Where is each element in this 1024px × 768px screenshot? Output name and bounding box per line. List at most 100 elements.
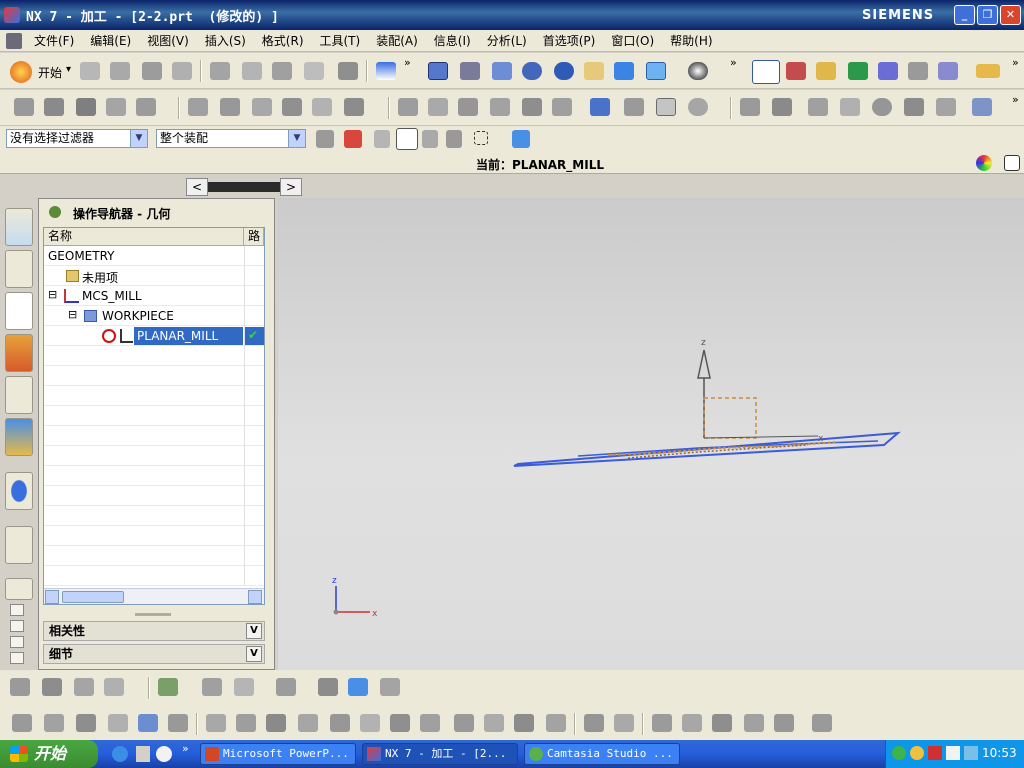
media-quicklaunch-icon[interactable] xyxy=(156,746,172,762)
maximize-button[interactable]: ❐ xyxy=(977,5,998,25)
object-8-icon[interactable] xyxy=(972,98,992,116)
op-23-icon[interactable] xyxy=(712,714,732,732)
fit-view-icon[interactable] xyxy=(428,62,448,80)
chevron-down-icon[interactable]: ▼ xyxy=(130,130,147,147)
roles-tab[interactable] xyxy=(5,418,33,456)
operation-navigator-tab[interactable] xyxy=(5,292,33,330)
verify-toolpath-icon[interactable] xyxy=(908,62,928,80)
machine-tool-navigator-tab[interactable] xyxy=(5,334,33,372)
tray-5-icon[interactable] xyxy=(964,746,978,760)
op-4-icon[interactable] xyxy=(108,714,128,732)
object-4-icon[interactable] xyxy=(840,98,860,116)
new-icon[interactable] xyxy=(80,62,100,80)
op-16-icon[interactable] xyxy=(484,714,504,732)
paste-operation-icon[interactable] xyxy=(282,98,302,116)
rectangle-select-icon[interactable] xyxy=(474,131,488,145)
selection-filter-dropdown[interactable]: 没有选择过滤器 ▼ xyxy=(6,129,148,148)
open-icon[interactable] xyxy=(110,62,130,80)
block-icon[interactable] xyxy=(380,678,400,696)
shop-doc-icon[interactable] xyxy=(522,98,542,116)
object-7-icon[interactable] xyxy=(936,98,956,116)
navigator-prev-button[interactable]: < xyxy=(186,178,208,196)
selection-info-icon[interactable] xyxy=(376,62,396,80)
chevron-down-icon[interactable]: V xyxy=(246,646,262,662)
tree-expander-workpiece[interactable]: ⊟ xyxy=(68,308,77,321)
edit-operation-icon[interactable] xyxy=(188,98,208,116)
scroll-thumb[interactable] xyxy=(62,591,124,603)
paste-icon[interactable] xyxy=(272,62,292,80)
tool-view-icon[interactable] xyxy=(14,98,34,116)
op-8-icon[interactable] xyxy=(236,714,256,732)
windows-start-button[interactable]: 开始 xyxy=(0,740,98,768)
print-icon[interactable] xyxy=(172,62,192,80)
chevron-down-icon[interactable]: V xyxy=(246,623,262,639)
close-button[interactable]: ✕ xyxy=(1000,5,1021,25)
chain-icon[interactable] xyxy=(202,678,222,696)
clsf-icon[interactable] xyxy=(624,98,644,116)
datum-icon[interactable] xyxy=(318,678,338,696)
object-icon[interactable] xyxy=(740,98,760,116)
delete-operation-icon[interactable] xyxy=(312,98,332,116)
panel-resize-grip[interactable] xyxy=(135,613,171,616)
tray-4-icon[interactable] xyxy=(946,746,960,760)
create-operation-icon[interactable] xyxy=(786,62,806,80)
report-icon[interactable] xyxy=(656,98,676,116)
tab-scroll-up2-icon[interactable] xyxy=(10,620,24,632)
copy-icon[interactable] xyxy=(242,62,262,80)
tree-expander-mcs[interactable]: ⊟ xyxy=(48,288,57,301)
sketch-icon[interactable] xyxy=(158,678,178,696)
horizontal-scrollbar[interactable] xyxy=(44,588,264,604)
op-11-icon[interactable] xyxy=(330,714,350,732)
tab-scroll-down-icon[interactable] xyxy=(10,636,24,648)
part-navigator-tab[interactable] xyxy=(5,250,33,288)
op-10-icon[interactable] xyxy=(298,714,318,732)
save-icon[interactable] xyxy=(142,62,162,80)
zoom-icon[interactable] xyxy=(492,62,512,80)
menu-file[interactable]: 文件(F) xyxy=(26,32,82,49)
measure-icon[interactable] xyxy=(976,64,1000,78)
mate-icon[interactable] xyxy=(74,678,94,696)
wcs-icon[interactable] xyxy=(752,60,780,84)
menu-tools[interactable]: 工具(T) xyxy=(312,32,369,49)
op-22-icon[interactable] xyxy=(682,714,702,732)
history-tab[interactable] xyxy=(5,578,33,600)
time-icon[interactable] xyxy=(688,98,708,116)
clock[interactable]: 10:53 xyxy=(982,746,1017,760)
object-5-icon[interactable] xyxy=(872,98,892,116)
display-path-icon[interactable] xyxy=(458,98,478,116)
menu-analysis[interactable]: 分析(L) xyxy=(479,32,535,49)
object-3-icon[interactable] xyxy=(808,98,828,116)
start-dropdown-icon[interactable]: ▾ xyxy=(66,64,71,75)
minimize-button[interactable]: _ xyxy=(954,5,975,25)
dependencies-section[interactable]: 相关性 V xyxy=(43,621,265,641)
menu-edit[interactable]: 编辑(E) xyxy=(82,32,139,49)
zoom-in-icon[interactable] xyxy=(522,62,542,80)
op-20-icon[interactable] xyxy=(614,714,634,732)
link-icon[interactable] xyxy=(374,130,390,148)
toolbar-more-icon-2[interactable]: » xyxy=(730,56,737,69)
machine-view-icon[interactable] xyxy=(44,98,64,116)
op-1-icon[interactable] xyxy=(12,714,32,732)
snap-point-icon[interactable] xyxy=(344,130,362,148)
assembly-icon[interactable] xyxy=(10,678,30,696)
splitter-track[interactable] xyxy=(206,182,280,192)
menu-view[interactable]: 视图(V) xyxy=(139,32,197,49)
color-palette-icon[interactable] xyxy=(976,155,992,171)
op-25-icon[interactable] xyxy=(774,714,794,732)
op-24-icon[interactable] xyxy=(744,714,764,732)
tab-scroll-down2-icon[interactable] xyxy=(10,652,24,664)
op-2-icon[interactable] xyxy=(44,714,64,732)
array-icon[interactable] xyxy=(104,678,124,696)
scroll-left-icon[interactable] xyxy=(45,590,59,604)
reuse-library-tab[interactable] xyxy=(5,376,33,414)
navigator-next-button[interactable]: > xyxy=(280,178,302,196)
tree-row-unused-items[interactable]: 未用项 xyxy=(44,266,264,286)
menu-window[interactable]: 窗口(O) xyxy=(603,32,662,49)
cut-icon[interactable] xyxy=(210,62,230,80)
delete-icon[interactable] xyxy=(304,62,324,80)
tree-row-mcs-mill[interactable]: ⊟ MCS_MILL xyxy=(44,286,264,306)
generate-toolpath-icon[interactable] xyxy=(848,62,868,80)
toolbar-more-icon[interactable]: » xyxy=(404,56,411,69)
op-12-icon[interactable] xyxy=(360,714,380,732)
op-5-icon[interactable] xyxy=(138,714,158,732)
